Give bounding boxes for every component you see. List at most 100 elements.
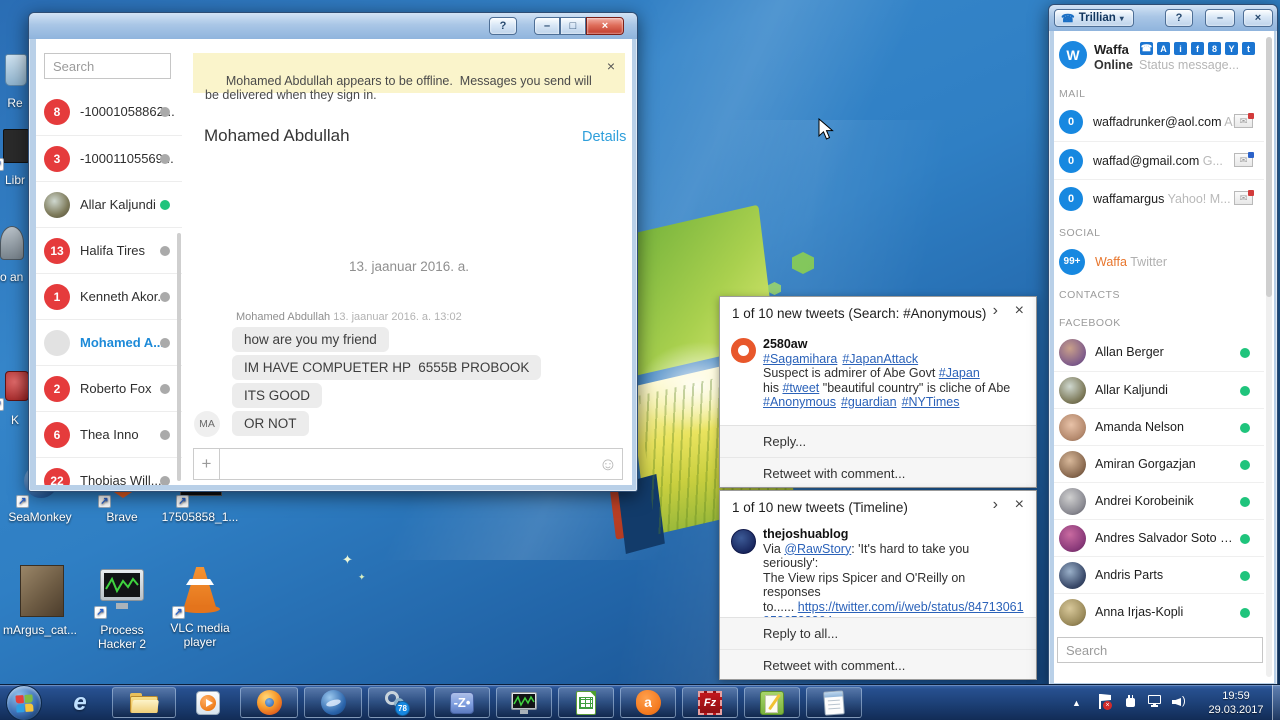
desktop: { "glyphs": { "help": "?", "minimize": "…	[0, 0, 1280, 720]
start-button[interactable]	[6, 685, 42, 720]
help-button[interactable]: ?	[489, 17, 517, 35]
close-button[interactable]: ×	[1243, 9, 1273, 27]
hashtag-link[interactable]: #Anonymous	[763, 395, 836, 409]
show-desktop-button[interactable]	[1272, 685, 1280, 720]
twitter-icon[interactable]: t	[1242, 42, 1255, 55]
taskbar-trillian[interactable]: 78	[368, 687, 426, 718]
contact-row[interactable]: Allar Kaljundi	[36, 181, 182, 227]
contact-row[interactable]: 13 Halifa Tires	[36, 227, 182, 273]
close-icon[interactable]: ×	[1015, 496, 1024, 514]
banner-close-icon[interactable]: ×	[607, 59, 615, 73]
yahoo-icon[interactable]: Y	[1225, 42, 1238, 55]
mail-icon[interactable]: ✉	[1234, 152, 1254, 167]
tray-show-hidden-icons[interactable]: ▲	[1072, 698, 1081, 708]
taskbar-libreoffice-calc[interactable]	[558, 687, 614, 718]
taskbar-media-player[interactable]	[186, 687, 230, 718]
minimize-button[interactable]: –	[534, 17, 560, 35]
mention-link[interactable]: @RawStory	[784, 542, 851, 556]
hashtag-link[interactable]: #JapanAttack	[842, 352, 918, 366]
scrollbar-thumb[interactable]	[1266, 37, 1272, 297]
facebook-contact-row[interactable]: Allar Kaljundi	[1054, 371, 1264, 409]
maximize-button[interactable]: □	[560, 17, 586, 35]
facebook-icon[interactable]: f	[1191, 42, 1204, 55]
taskbar-notepad-plus-plus[interactable]	[744, 687, 800, 718]
contact-row[interactable]: 1 Kenneth Akor...	[36, 273, 182, 319]
next-tweet-icon[interactable]: ›	[993, 496, 998, 514]
hashtag-link[interactable]: #Sagamihara	[763, 352, 837, 366]
details-link[interactable]: Details	[582, 129, 626, 145]
contact-row[interactable]: 6 Thea Inno	[36, 411, 182, 457]
contact-row[interactable]: 22 Thobias Will...	[36, 457, 182, 485]
contact-row[interactable]: 3 -10001105569...	[36, 135, 182, 181]
aim-icon[interactable]: A	[1157, 42, 1170, 55]
trillian-service-icon[interactable]: ☎	[1140, 42, 1153, 55]
facebook-contact-row[interactable]: Allan Berger	[1054, 334, 1264, 372]
social-row-twitter[interactable]: 99+ Waffa Twitter	[1054, 242, 1264, 280]
facebook-contact-row[interactable]: Andrei Korobeinik	[1054, 482, 1264, 520]
reply-all-action[interactable]: Reply to all...	[720, 618, 1036, 649]
desktop-icon-process-hacker[interactable]: ↗ Process Hacker 2	[82, 565, 162, 651]
taskbar-avast[interactable]: a	[620, 687, 676, 718]
service-icons-row: ☎ A i f 8 Y t	[1140, 42, 1259, 55]
contact-row[interactable]: 2 Roberto Fox	[36, 365, 182, 411]
desktop-icon-vlc[interactable]: ↗ VLC media player	[160, 565, 240, 649]
help-button[interactable]: ?	[1165, 9, 1193, 27]
mail-icon[interactable]: ✉	[1234, 190, 1254, 205]
next-tweet-icon[interactable]: ›	[993, 302, 998, 320]
message-input[interactable]	[220, 449, 594, 479]
volume-icon[interactable]: )	[1172, 694, 1188, 710]
hashtag-link[interactable]: #tweet	[782, 381, 819, 395]
attach-button[interactable]: +	[194, 449, 220, 479]
contact-list-scrollbar[interactable]	[177, 233, 181, 481]
mail-row[interactable]: 0 waffad@gmail.com G... ✉	[1054, 141, 1264, 179]
status-message[interactable]: Status message...	[1139, 58, 1239, 72]
hashtag-link[interactable]: #NYTimes	[902, 395, 960, 409]
taskbar-seamonkey[interactable]	[304, 687, 362, 718]
hashtag-link[interactable]: #Japan	[939, 366, 980, 380]
close-icon[interactable]: ×	[1015, 302, 1024, 320]
close-button[interactable]: ×	[586, 17, 624, 35]
tweet-username[interactable]: 2580aw	[763, 337, 1026, 352]
facebook-contact-row[interactable]: Amiran Gorgazjan	[1054, 445, 1264, 483]
user-status[interactable]: Online	[1094, 58, 1133, 72]
taskbar-filezilla[interactable]: Fz	[682, 687, 738, 718]
retweet-action[interactable]: Retweet with comment...	[720, 649, 1036, 681]
mail-row[interactable]: 0 waffadrunker@aol.com AI ✉	[1054, 103, 1264, 141]
contact-row-selected[interactable]: Mohamed A...	[36, 319, 182, 365]
taskbar-windows-explorer[interactable]	[112, 687, 176, 718]
desktop-icon-margus-cat[interactable]: mArgus_cat...	[0, 565, 80, 637]
minimize-button[interactable]: –	[1205, 9, 1235, 27]
trillian-menu-button[interactable]: ☎ Trillian ▾	[1054, 9, 1134, 27]
avatar	[44, 192, 70, 218]
retweet-action[interactable]: Retweet with comment...	[720, 457, 1036, 489]
mail-row[interactable]: 0 waffamargus Yahoo! M... ✉	[1054, 179, 1264, 217]
power-icon[interactable]	[1124, 695, 1138, 709]
contact-row[interactable]: 8 -10001058862...	[36, 89, 182, 135]
facebook-contact-row[interactable]: Andres Salvador Soto M...	[1054, 519, 1264, 557]
url-link[interactable]: https://twitter.com/i/web/status/8471306…	[798, 600, 1024, 614]
taskbar-process-hacker[interactable]	[496, 687, 552, 718]
network-icon[interactable]	[1148, 695, 1164, 709]
mail-icon[interactable]: ✉	[1234, 113, 1254, 128]
tray-clock[interactable]: 19:59 29.03.2017	[1200, 689, 1272, 717]
facebook-contact-row[interactable]: Andris Parts	[1054, 556, 1264, 594]
emoji-button[interactable]: ☺	[594, 454, 622, 475]
desktop-icon-label: mArgus_cat...	[2, 623, 78, 637]
google-icon[interactable]: 8	[1208, 42, 1221, 55]
tweet-username[interactable]: thejoshuablog	[763, 527, 1026, 542]
taskbar-notepad[interactable]	[806, 687, 862, 718]
taskbar-usb-tool[interactable]: -Z•	[434, 687, 490, 718]
trillian-scrollbar[interactable]	[1266, 37, 1272, 677]
user-avatar[interactable]: W	[1059, 41, 1087, 69]
icq-icon[interactable]: i	[1174, 42, 1187, 55]
taskbar-internet-explorer[interactable]: e	[58, 687, 102, 718]
taskbar-firefox[interactable]	[240, 687, 298, 718]
facebook-contact-row[interactable]: Amanda Nelson	[1054, 408, 1264, 446]
facebook-contact-row[interactable]: Anna Irjas-Kopli	[1054, 593, 1264, 631]
reply-action[interactable]: Reply...	[720, 426, 1036, 457]
help-icon: ?	[499, 20, 507, 32]
search-input[interactable]	[44, 53, 171, 79]
hashtag-link[interactable]: #guardian	[841, 395, 897, 409]
action-center-icon[interactable]: ×	[1098, 694, 1112, 710]
contact-search-input[interactable]	[1057, 637, 1263, 663]
